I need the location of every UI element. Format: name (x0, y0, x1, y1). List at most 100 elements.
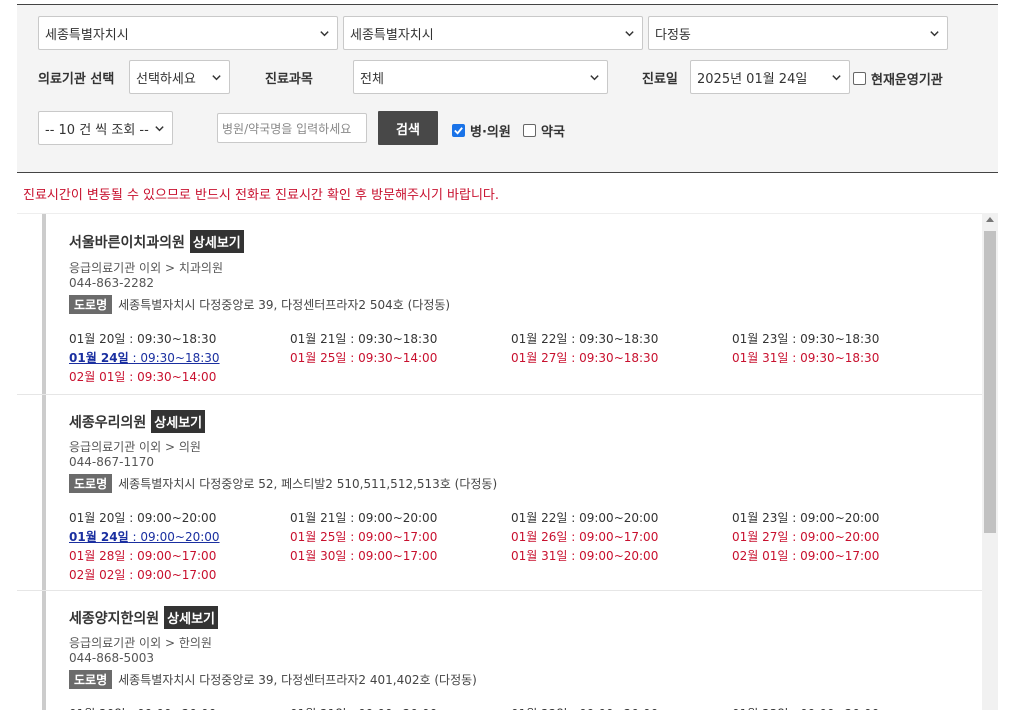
hours-time: : 09:30~18:30 (567, 351, 659, 365)
hospital-checkbox[interactable]: 병·의원 (452, 121, 511, 140)
hours-time: : 09:00~17:00 (346, 530, 438, 544)
sigungu-select-value: 세종특별자치시 (350, 27, 434, 43)
hours-entry: 02월 01일 : 09:00~17:00 (732, 547, 953, 564)
hours-entry: 01월 22일 : 09:00~20:00 (511, 705, 732, 710)
hours-time: : 09:00~20:00 (567, 549, 659, 563)
detail-button[interactable]: 상세보기 (151, 410, 206, 433)
address-text: 세종특별자치시 다정중앙로 39, 다정센터프라자2 401,402호 (다정동… (118, 673, 477, 687)
chevron-down-icon (320, 31, 329, 37)
chevron-down-icon (155, 126, 164, 132)
result-card: 서울바른이치과의원 상세보기 응급의료기관 이외 > 치과의원 044-863-… (42, 214, 982, 394)
date-select[interactable]: 2025년 01월 24일 (690, 60, 850, 94)
chevron-down-icon (930, 31, 939, 37)
hours-entry: 01월 21일 : 09:30~18:30 (290, 330, 511, 347)
clinic-category: 응급의료기관 이외 > 의원 (69, 440, 201, 454)
dong-select[interactable]: 다정동 (648, 16, 948, 50)
hours-time: : 09:00~20:00 (128, 530, 220, 544)
clinic-address: 도로명 세종특별자치시 다정중앙로 52, 페스티발2 510,511,512,… (69, 474, 497, 493)
today-hours-entry[interactable]: 01월 24일 : 09:30~18:30 (69, 349, 290, 366)
scrollbar-thumb[interactable] (984, 231, 996, 533)
hours-day: 01월 26일 (511, 530, 568, 544)
department-select-value: 전체 (360, 71, 384, 87)
hours-entry: 01월 20일 : 09:00~20:00 (69, 509, 290, 526)
hours-day: 01월 21일 (290, 511, 347, 525)
hours-grid: 01월 20일 : 09:00~20:0001월 21일 : 09:00~20:… (69, 705, 969, 710)
hours-time: : 09:00~20:00 (788, 530, 880, 544)
checkbox-checked-icon (452, 124, 465, 137)
result-list[interactable]: 서울바른이치과의원 상세보기 응급의료기관 이외 > 치과의원 044-863-… (17, 213, 982, 710)
hours-time: : 09:30~18:30 (788, 351, 880, 365)
open-now-label: 현재운영기관 (871, 73, 943, 88)
hours-entry: 01월 22일 : 09:30~18:30 (511, 330, 732, 347)
hours-day: 02월 02일 (69, 568, 126, 582)
hours-time: : 09:30~18:30 (567, 332, 659, 346)
hours-time: : 09:00~20:00 (125, 511, 217, 525)
facility-select[interactable]: 선택하세요 (129, 60, 230, 94)
hours-entry: 01월 27일 : 09:00~20:00 (732, 528, 953, 545)
hours-day: 01월 23일 (732, 332, 789, 346)
hours-entry: 01월 31일 : 09:30~18:30 (732, 349, 953, 366)
road-badge: 도로명 (69, 474, 113, 493)
clinic-name: 세종양지한의원 (69, 610, 160, 627)
result-name-row: 서울바른이치과의원 상세보기 (69, 230, 244, 253)
facility-select-value: 선택하세요 (136, 71, 196, 87)
hours-day: 01월 25일 (290, 351, 347, 365)
detail-button[interactable]: 상세보기 (189, 230, 244, 253)
hours-entry: 01월 26일 : 09:00~17:00 (511, 528, 732, 545)
clinic-address: 도로명 세종특별자치시 다정중앙로 39, 다정센터프라자2 401,402호 … (69, 670, 477, 689)
hours-day: 01월 24일 (69, 351, 129, 365)
search-filter-panel: 세종특별자치시 세종특별자치시 다정동 의료기관 선택 선택하세요 진료과목 전… (17, 4, 998, 173)
hours-entry: 02월 02일 : 09:00~17:00 (69, 566, 290, 583)
clinic-name: 세종우리의원 (69, 414, 147, 431)
result-card: 세종우리의원 상세보기 응급의료기관 이외 > 의원 044-867-1170 … (42, 395, 982, 590)
hours-day: 02월 01일 (69, 370, 126, 384)
hours-time: : 09:00~17:00 (125, 549, 217, 563)
sido-select[interactable]: 세종특별자치시 (38, 16, 338, 50)
address-text: 세종특별자치시 다정중앙로 39, 다정센터프라자2 504호 (다정동) (118, 298, 451, 312)
search-input[interactable]: 병원/약국명을 입력하세요 (217, 113, 367, 143)
today-hours-entry[interactable]: 01월 24일 : 09:00~20:00 (69, 528, 290, 545)
hours-time: : 09:00~17:00 (788, 549, 880, 563)
hours-day: 01월 21일 (290, 332, 347, 346)
hours-entry: 02월 01일 : 09:30~14:00 (69, 368, 290, 385)
hours-day: 01월 22일 (511, 332, 568, 346)
clinic-phone: 044-867-1170 (69, 455, 155, 469)
date-label: 진료일 (642, 72, 678, 87)
scroll-up-arrow-icon[interactable] (986, 217, 994, 222)
scrollbar[interactable] (982, 213, 998, 710)
clinic-name: 서울바른이치과의원 (69, 234, 185, 251)
chevron-down-icon (832, 75, 841, 81)
page-size-select[interactable]: -- 10 건 씩 조회 -- (38, 111, 173, 145)
hours-entry: 01월 23일 : 09:30~18:30 (732, 330, 953, 347)
hours-day: 01월 31일 (732, 351, 789, 365)
hours-grid: 01월 20일 : 09:30~18:30 01월 21일 : 09:30~18:… (69, 330, 969, 385)
chevron-down-icon (590, 75, 599, 81)
pharmacy-checkbox[interactable]: 약국 (523, 121, 565, 140)
hours-entry: 01월 23일 : 09:00~20:00 (732, 509, 953, 526)
result-name-row: 세종양지한의원 상세보기 (69, 606, 219, 629)
hours-time: : 09:30~14:00 (125, 370, 217, 384)
hours-time: : 09:00~17:00 (125, 568, 217, 582)
hospital-label: 병·의원 (470, 125, 511, 140)
sigungu-select[interactable]: 세종특별자치시 (343, 16, 643, 50)
search-button[interactable]: 검색 (378, 111, 438, 145)
hours-entry: 01월 22일 : 09:00~20:00 (511, 509, 732, 526)
hours-entry: 01월 28일 : 09:00~17:00 (69, 547, 290, 564)
hours-entry: 01월 21일 : 09:00~20:00 (290, 509, 511, 526)
chevron-down-icon (212, 75, 221, 81)
hours-time: : 09:00~20:00 (788, 511, 880, 525)
detail-button[interactable]: 상세보기 (164, 606, 219, 629)
hours-day: 01월 31일 (511, 549, 568, 563)
hours-day: 01월 23일 (732, 511, 789, 525)
clinic-address: 도로명 세종특별자치시 다정중앙로 39, 다정센터프라자2 504호 (다정동… (69, 295, 450, 314)
facility-label: 의료기관 선택 (38, 72, 115, 87)
chevron-down-icon (625, 31, 634, 37)
hours-day: 01월 27일 (732, 530, 789, 544)
page-size-value: -- 10 건 씩 조회 -- (45, 122, 149, 138)
hours-entry: 01월 30일 : 09:00~17:00 (290, 547, 511, 564)
hours-time: : 09:00~17:00 (567, 530, 659, 544)
clinic-category: 응급의료기관 이외 > 한의원 (69, 636, 212, 650)
hours-time: : 09:00~20:00 (346, 511, 438, 525)
department-select[interactable]: 전체 (353, 60, 608, 94)
open-now-checkbox[interactable]: 현재운영기관 (853, 69, 943, 88)
